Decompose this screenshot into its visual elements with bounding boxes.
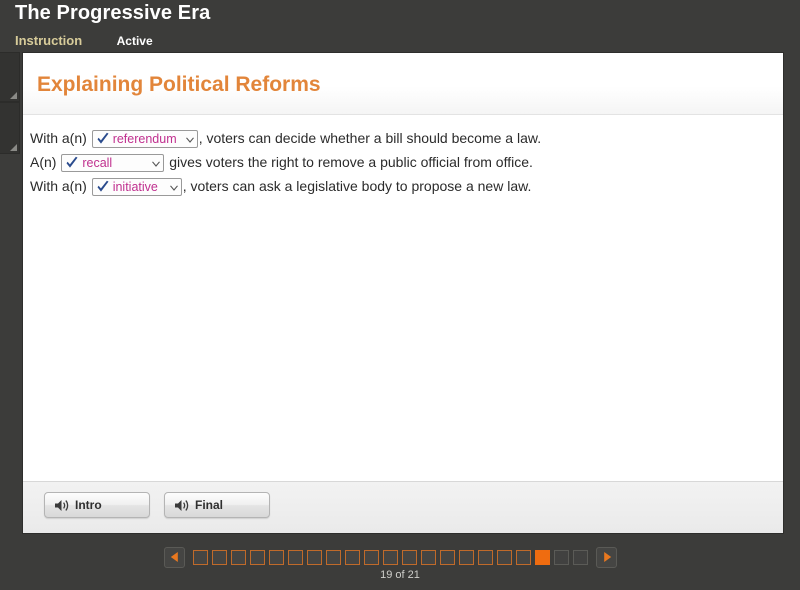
page-pip-7[interactable] (307, 549, 322, 565)
page-pip-list (191, 549, 590, 565)
statement-row: With a(n) referendum , voters can decide… (30, 126, 769, 150)
page-pip-16[interactable] (478, 549, 493, 565)
answer-dropdown-initiative[interactable]: initiative (91, 178, 182, 197)
check-icon (66, 157, 78, 168)
pagination-bar: 19 of 21 (0, 540, 800, 581)
page-pip-15[interactable] (459, 549, 474, 565)
page-counter: 19 of 21 (380, 569, 420, 581)
lesson-body: With a(n) referendum , voters can decide… (23, 116, 783, 481)
pagination-controls (164, 544, 617, 570)
answer-dropdown-referendum[interactable]: referendum (91, 130, 198, 149)
page-pip-3[interactable] (231, 549, 246, 565)
page-pip-6[interactable] (288, 549, 303, 565)
page-pip-1[interactable] (193, 549, 208, 565)
statement-suffix: , voters can decide whether a bill shoul… (198, 130, 542, 146)
chevron-down-icon (185, 137, 194, 144)
speaker-icon (175, 500, 189, 511)
statement-suffix: gives voters the right to remove a publi… (165, 154, 533, 170)
statement-prefix: A(n) (30, 154, 61, 170)
tab-instruction[interactable]: Instruction (15, 33, 82, 48)
answer-value: referendum (112, 132, 177, 147)
rail-panel-top[interactable] (0, 52, 20, 102)
chevron-down-icon (169, 185, 178, 192)
tab-active[interactable]: Active (117, 34, 153, 48)
left-rail (0, 52, 22, 534)
resize-grip-icon[interactable] (10, 92, 17, 99)
answer-value: recall (82, 156, 113, 171)
page-pip-20 (554, 549, 569, 565)
lesson-card: Explaining Political Reforms With a(n) r… (22, 52, 784, 534)
page-pip-18[interactable] (516, 549, 531, 565)
audio-button-final[interactable]: Final (164, 492, 270, 518)
statement-prefix: With a(n) (30, 178, 91, 194)
answer-value: initiative (112, 180, 158, 195)
statement-prefix: With a(n) (30, 130, 91, 146)
previous-page-button[interactable] (164, 546, 185, 568)
tab-bar: Instruction Active (15, 32, 153, 50)
speaker-icon (55, 500, 69, 511)
lesson-title-band: Explaining Political Reforms (23, 53, 783, 115)
page-pip-19[interactable] (535, 549, 550, 565)
page-pip-10[interactable] (364, 549, 379, 565)
page-pip-11[interactable] (383, 549, 398, 565)
page-pip-8[interactable] (326, 549, 341, 565)
page-pip-2[interactable] (212, 549, 227, 565)
audio-button-label: Intro (75, 498, 102, 512)
page-pip-14[interactable] (440, 549, 455, 565)
triangle-right-icon (603, 552, 611, 562)
lesson-footer: Intro Final (23, 481, 783, 533)
audio-button-label: Final (195, 498, 224, 512)
check-icon (97, 133, 109, 144)
page-pip-21 (573, 549, 588, 565)
statement-suffix: , voters can ask a legislative body to p… (182, 178, 532, 194)
page-pip-9[interactable] (345, 549, 360, 565)
page-pip-13[interactable] (421, 549, 436, 565)
statement-row: A(n) recall gives voters the right to re… (30, 150, 769, 174)
answer-dropdown-recall[interactable]: recall (61, 154, 165, 173)
chevron-down-icon (152, 161, 161, 168)
page-pip-12[interactable] (402, 549, 417, 565)
app-header: The Progressive Era Instruction Active (0, 0, 800, 52)
page-title: The Progressive Era (15, 2, 211, 24)
lesson-app: The Progressive Era Instruction Active E… (0, 0, 800, 590)
lesson-title: Explaining Political Reforms (37, 73, 321, 96)
audio-button-intro[interactable]: Intro (44, 492, 150, 518)
page-pip-17[interactable] (497, 549, 512, 565)
page-pip-5[interactable] (269, 549, 284, 565)
page-pip-4[interactable] (250, 549, 265, 565)
resize-grip-icon[interactable] (10, 144, 17, 151)
rail-panel-bottom[interactable] (0, 102, 20, 154)
check-icon (97, 181, 109, 192)
next-page-button[interactable] (596, 546, 617, 568)
triangle-left-icon (170, 552, 178, 562)
statement-row: With a(n) initiative , voters can ask a … (30, 174, 769, 198)
